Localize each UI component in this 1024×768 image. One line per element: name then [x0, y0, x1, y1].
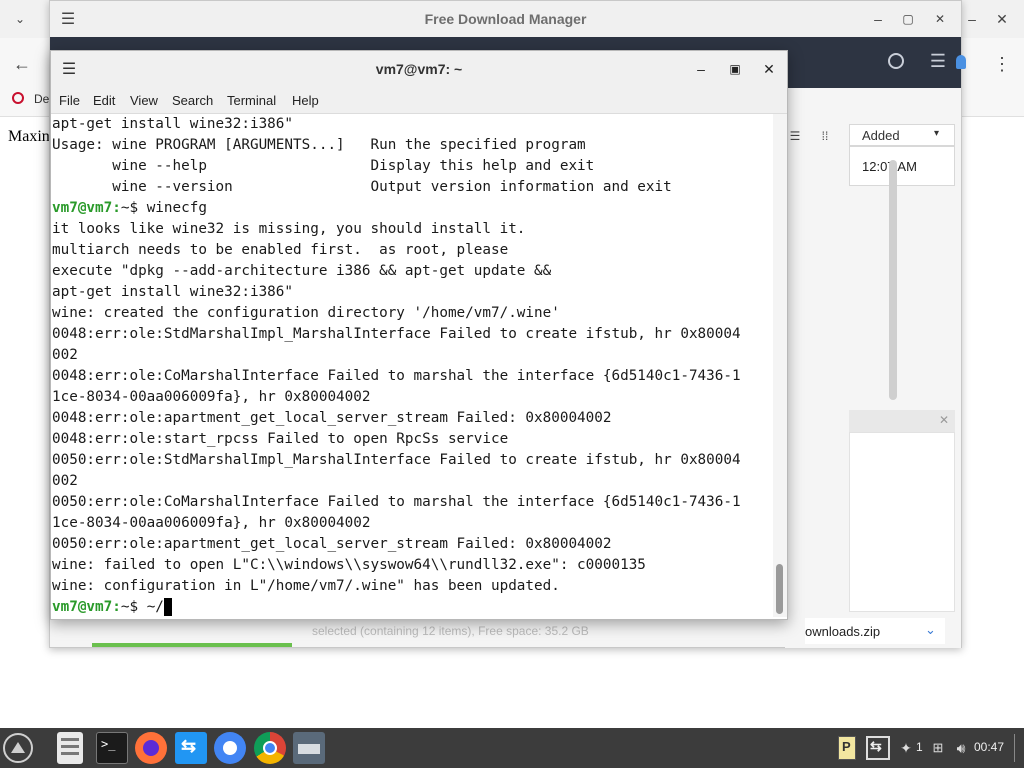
terminal-line: wine --version Output version informatio…: [52, 179, 672, 195]
download-file-name: ownloads.zip: [805, 624, 881, 639]
browser-close-button[interactable]: ✕: [990, 8, 1014, 30]
menu-view[interactable]: View: [130, 93, 158, 108]
terminal-line: 002: [52, 473, 78, 489]
terminal-line: 0050:err:ole:CoMarshalInterface Failed t…: [52, 494, 741, 510]
bookmark-label[interactable]: De: [34, 92, 49, 106]
file-manager-icon[interactable]: [57, 732, 83, 764]
terminal-icon[interactable]: >_: [96, 732, 128, 764]
download-bar[interactable]: ownloads.zip ⌄: [805, 618, 945, 644]
terminal-line: 0048:err:ole:CoMarshalInterface Failed t…: [52, 368, 741, 384]
search-icon[interactable]: [888, 53, 904, 69]
terminal-line: wine: configuration in L"/home/vm7/.wine…: [52, 578, 560, 594]
terminal-line: 0048:err:ole:StdMarshalImpl_MarshalInter…: [52, 326, 741, 342]
grid-view-icon[interactable]: ⁞⁞: [815, 126, 835, 146]
column-header-added[interactable]: Added ▾: [849, 124, 955, 146]
terminal-scrollbar[interactable]: [773, 114, 787, 617]
terminal-line: it looks like wine32 is missing, you sho…: [52, 221, 526, 237]
network-icon[interactable]: ⊞: [929, 738, 947, 758]
fdm-minimize-button[interactable]: –: [868, 9, 888, 29]
terminal-line: wine: created the configuration director…: [52, 305, 560, 321]
terminal-line: multiarch needs to be enabled first. as …: [52, 242, 509, 258]
fdm-download-list: ☰ ⁞⁞ Added ▾ 12:07 AM ✕ ownloads.zip ⌄: [785, 88, 961, 648]
fdm-close-button[interactable]: ✕: [930, 9, 950, 29]
user-icon[interactable]: [956, 55, 966, 69]
terminal-line: Usage: wine PROGRAM [ARGUMENTS...] Run t…: [52, 137, 586, 153]
menu-search[interactable]: Search: [172, 93, 213, 108]
fdm-icon[interactable]: ⇆: [175, 732, 207, 764]
terminal-line: 1ce-8034-00aa006009fa}, hr 0x80004002: [52, 515, 371, 531]
back-arrow-icon[interactable]: ←: [10, 52, 34, 76]
list-view-icon[interactable]: ☰: [785, 126, 805, 146]
fdm-title-bar: ☰ Free Download Manager – ▢ ✕: [50, 1, 961, 38]
scrollbar-thumb[interactable]: [776, 564, 783, 614]
details-panel: [849, 432, 955, 612]
terminal-title-bar[interactable]: ☰ vm7@vm7: ~ – ▣ ✕: [51, 51, 787, 87]
browser-minimize-button[interactable]: –: [960, 8, 984, 30]
terminal-maximize-button[interactable]: ▣: [725, 59, 745, 79]
prompt-user-host: vm7@vm7:: [52, 599, 121, 615]
list-scrollbar[interactable]: [889, 160, 897, 400]
sort-down-icon: ▾: [934, 128, 940, 139]
chromium-icon[interactable]: [214, 732, 246, 764]
debian-icon: [12, 92, 24, 104]
terminal-line: apt-get install wine32:i386": [52, 116, 294, 132]
workspace-indicator[interactable]: 1: [916, 740, 923, 754]
clock[interactable]: 00:47: [974, 740, 1004, 754]
fdm-title: Free Download Manager: [424, 11, 587, 27]
page-text: Maxin: [8, 128, 50, 145]
show-desktop-button[interactable]: [1014, 734, 1015, 762]
scanner-icon[interactable]: [293, 732, 325, 764]
terminal-title: vm7@vm7: ~: [375, 61, 463, 77]
terminal-output[interactable]: apt-get install wine32:i386" Usage: wine…: [52, 114, 772, 617]
more-menu-icon[interactable]: ⋮: [990, 50, 1014, 78]
volume-icon[interactable]: 🔊︎: [952, 738, 970, 758]
terminal-line: 0048:err:ole:apartment_get_local_server_…: [52, 410, 612, 426]
menu-help[interactable]: Help: [292, 93, 319, 108]
terminal-line: apt-get install wine32:i386": [52, 284, 294, 300]
terminal-prompt-line: vm7@vm7:~$ winecfg: [52, 200, 207, 216]
fdm-tray-icon[interactable]: ⇆: [866, 736, 890, 760]
terminal-line: 1ce-8034-00aa006009fa}, hr 0x80004002: [52, 389, 371, 405]
details-panel-header: ✕: [849, 410, 955, 432]
hamburger-menu-icon[interactable]: ☰: [926, 49, 950, 73]
terminal-line: 0048:err:ole:start_rpcss Failed to open …: [52, 431, 509, 447]
menu-terminal[interactable]: Terminal: [227, 93, 276, 108]
terminal-menubar: File Edit View Search Terminal Help: [51, 87, 787, 114]
terminal-line: execute "dpkg --add-architecture i386 &&…: [52, 263, 552, 279]
terminal-line: wine --help Display this help and exit: [52, 158, 595, 174]
firefox-icon[interactable]: [135, 732, 167, 764]
fdm-maximize-button[interactable]: ▢: [898, 9, 918, 29]
text-cursor: [163, 598, 172, 616]
terminal-line: 0050:err:ole:StdMarshalImpl_MarshalInter…: [52, 452, 741, 468]
prompt-user-host: vm7@vm7:: [52, 200, 121, 216]
menu-file[interactable]: File: [59, 93, 80, 108]
tab-list-icon[interactable]: ⌄: [8, 8, 32, 30]
terminal-line: 002: [52, 347, 78, 363]
column-header-label: Added: [862, 128, 900, 143]
clipboard-icon[interactable]: P: [838, 736, 856, 760]
chevron-down-icon[interactable]: ⌄: [925, 622, 936, 638]
table-row[interactable]: 12:07 AM: [849, 146, 955, 186]
menu-edit[interactable]: Edit: [93, 93, 115, 108]
terminal-line: wine: failed to open L"C:\\windows\\sysw…: [52, 557, 646, 573]
terminal-close-button[interactable]: ✕: [759, 59, 779, 79]
chrome-icon[interactable]: [254, 732, 286, 764]
terminal-prompt-line: vm7@vm7:~$ ~/: [52, 597, 172, 617]
taskbar: >_ ⇆ P ⇆ ✦ 1 ⊞ 🔊︎ 00:47: [0, 728, 1024, 768]
terminal-line: 0050:err:ole:apartment_get_local_server_…: [52, 536, 612, 552]
status-text: selected (containing 12 items), Free spa…: [312, 624, 589, 638]
terminal-minimize-button[interactable]: –: [691, 59, 711, 79]
notifications-icon[interactable]: ✦: [898, 738, 914, 758]
download-progress-bar: [92, 643, 292, 647]
terminal-window: ☰ vm7@vm7: ~ – ▣ ✕ File Edit View Search…: [50, 50, 788, 620]
menu-icon[interactable]: [3, 733, 33, 763]
close-icon[interactable]: ✕: [939, 413, 949, 427]
